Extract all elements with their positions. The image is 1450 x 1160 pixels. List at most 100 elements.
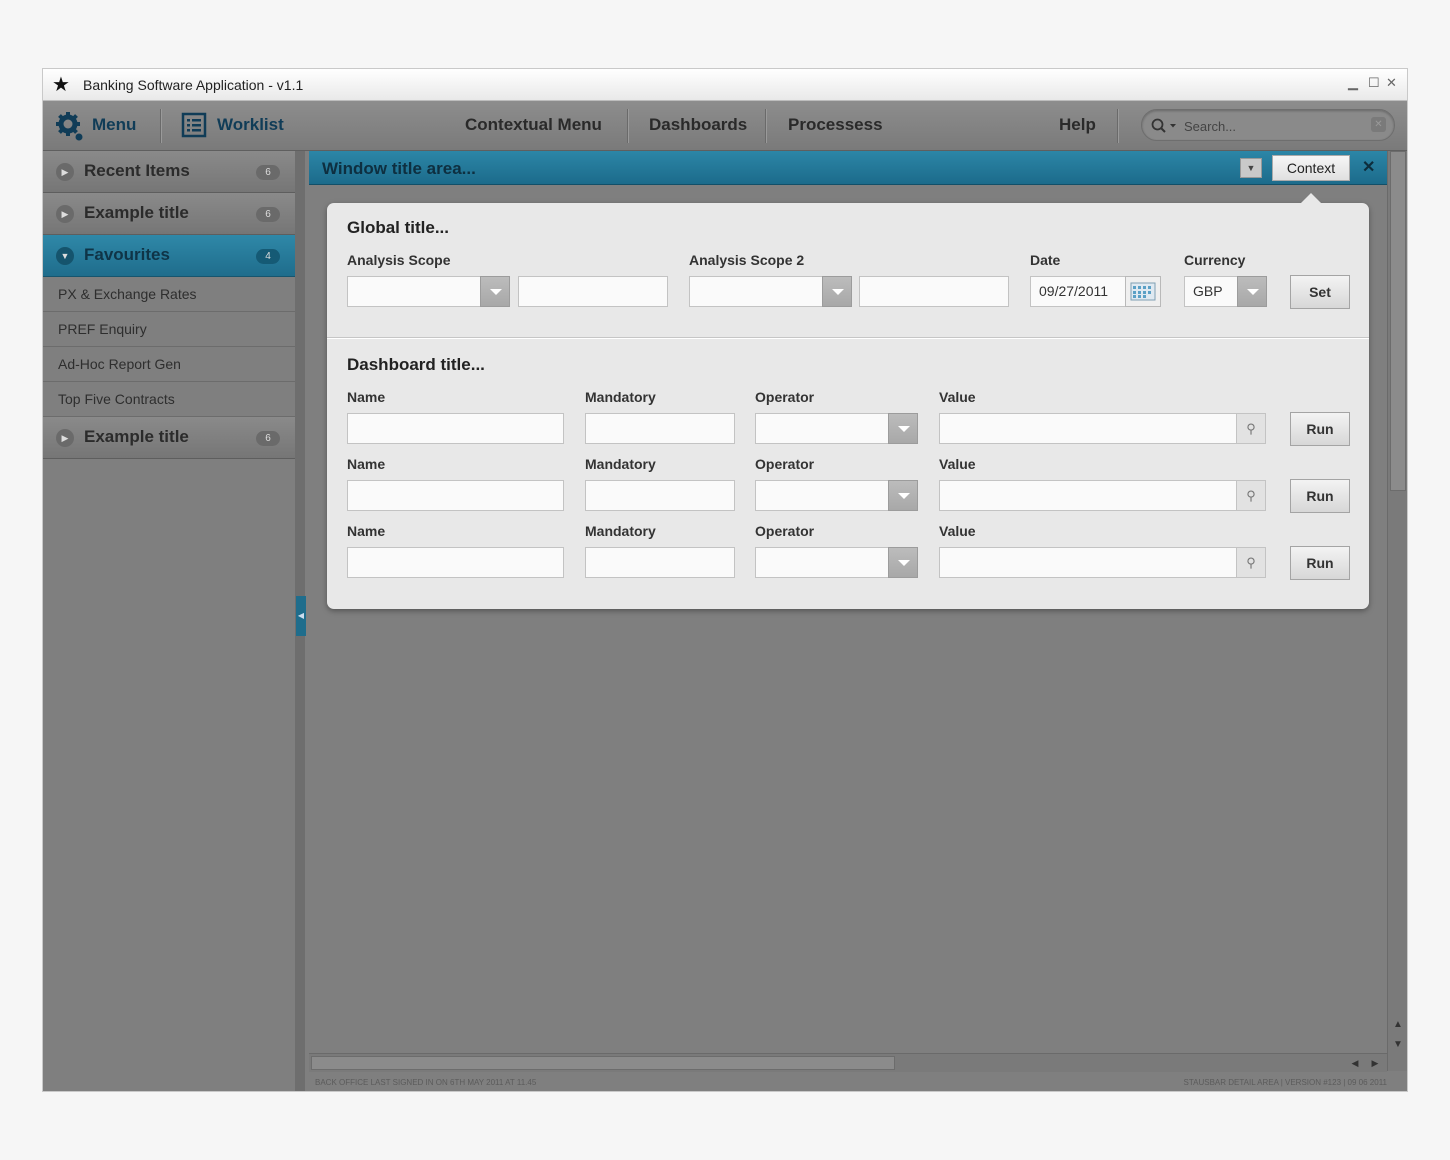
sidebar-section-example-title-2[interactable]: ▶ Example title 6 [43, 417, 295, 459]
chevron-down-icon[interactable] [888, 413, 918, 444]
status-left: BACK OFFICE LAST SIGNED IN ON 6TH MAY 20… [315, 1078, 537, 1087]
sidebar-item-px-exchange-rates[interactable]: PX & Exchange Rates [43, 277, 295, 312]
sidebar-section-favourites[interactable]: ▼ Favourites 4 [43, 235, 295, 277]
app-window: ★ Banking Software Application - v1.1 ▁ … [42, 68, 1408, 1092]
operator-label: Operator [755, 456, 815, 472]
title-bar: ★ Banking Software Application - v1.1 ▁ … [43, 69, 1407, 101]
mandatory-input[interactable] [585, 547, 735, 578]
mandatory-label: Mandatory [585, 389, 656, 405]
scroll-left-icon[interactable]: ◀ [1347, 1055, 1363, 1071]
name-input[interactable] [347, 480, 564, 511]
calendar-icon[interactable] [1125, 276, 1161, 307]
scroll-down-icon[interactable]: ▼ [1390, 1037, 1406, 1053]
sidebar-item-label: PX & Exchange Rates [58, 286, 197, 302]
gear-icon [56, 112, 83, 141]
run-button[interactable]: Run [1290, 546, 1350, 580]
sidebar-item-top-five-contracts[interactable]: Top Five Contracts [43, 382, 295, 417]
worklist-icon [181, 112, 207, 138]
calendar-icon-graphic [1130, 282, 1156, 301]
mandatory-input[interactable] [585, 480, 735, 511]
sidebar-item-label: PREF Enquiry [58, 321, 147, 337]
chevron-down-icon[interactable]: ▼ [1240, 158, 1262, 178]
status-right: STAUSBAR DETAIL AREA | VERSION #123 | 09… [1183, 1078, 1387, 1087]
currency-select[interactable]: GBP [1184, 276, 1238, 307]
horizontal-scrollbar[interactable]: ◀ ▶ [309, 1053, 1387, 1072]
name-label: Name [347, 456, 386, 472]
context-panel: Global title... Analysis Scope Analysis … [327, 193, 1369, 609]
name-input[interactable] [347, 547, 564, 578]
clear-search-icon[interactable]: ✕ [1371, 117, 1386, 132]
maximize-icon[interactable]: ☐ [1368, 75, 1380, 91]
operator-select[interactable] [755, 413, 889, 444]
sidebar-item-ad-hoc-report-gen[interactable]: Ad-Hoc Report Gen [43, 347, 295, 382]
sidebar-section-label: Favourites [84, 245, 170, 264]
count-badge: 6 [256, 165, 280, 180]
top-nav: Menu Worklist Contextual Menu Dashboards… [43, 101, 1407, 151]
run-button[interactable]: Run [1290, 479, 1350, 513]
nav-processes[interactable]: Processess [788, 101, 883, 151]
run-button[interactable]: Run [1290, 412, 1350, 446]
chevron-down-icon[interactable] [480, 276, 510, 307]
value-input[interactable] [939, 413, 1237, 444]
search-icon[interactable] [1151, 118, 1179, 134]
sidebar-section-label: Recent Items [84, 161, 190, 180]
sidebar-section-example-title[interactable]: ▶ Example title 6 [43, 193, 295, 235]
window-title: Banking Software Application - v1.1 [83, 77, 304, 93]
currency-label: Currency [1184, 252, 1246, 268]
sidebar-section-label: Example title [84, 203, 189, 222]
chevron-down-icon[interactable] [888, 547, 918, 578]
set-button[interactable]: Set [1290, 275, 1350, 309]
value-input[interactable] [939, 480, 1237, 511]
chevron-down-icon[interactable] [888, 480, 918, 511]
chevron-down-icon[interactable] [1237, 276, 1267, 307]
scroll-right-icon[interactable]: ▶ [1367, 1055, 1383, 1071]
nav-dashboards[interactable]: Dashboards [649, 101, 747, 151]
close-window-icon[interactable]: ✕ [1362, 157, 1375, 177]
sidebar-item-pref-enquiry[interactable]: PREF Enquiry [43, 312, 295, 347]
nav-contextual-menu[interactable]: Contextual Menu [465, 101, 602, 151]
name-label: Name [347, 523, 386, 539]
search-icon[interactable]: ⚲ [1236, 547, 1266, 578]
operator-select[interactable] [755, 480, 889, 511]
name-label: Name [347, 389, 386, 405]
vertical-scrollbar[interactable]: ▲ ▼ [1387, 151, 1407, 1071]
sidebar-section-recent-items[interactable]: ▶ Recent Items 6 [43, 151, 295, 193]
scrollbar-thumb[interactable] [1390, 151, 1406, 491]
menu-button[interactable]: Menu [55, 101, 136, 151]
scroll-up-icon[interactable]: ▲ [1390, 1017, 1406, 1033]
operator-label: Operator [755, 389, 815, 405]
sidebar-item-label: Top Five Contracts [58, 391, 175, 407]
minimize-icon[interactable]: ▁ [1348, 75, 1358, 91]
mandatory-input[interactable] [585, 413, 735, 444]
chevron-right-icon: ▶ [56, 205, 74, 223]
nav-help[interactable]: Help [1059, 101, 1096, 151]
mandatory-label: Mandatory [585, 456, 656, 472]
operator-select[interactable] [755, 547, 889, 578]
name-input[interactable] [347, 413, 564, 444]
mandatory-label: Mandatory [585, 523, 656, 539]
count-badge: 6 [256, 207, 280, 222]
search-input[interactable] [1182, 116, 1366, 136]
context-button[interactable]: Context [1272, 155, 1350, 181]
window-title-bar: Window title area... ▼ Context ✕ [309, 151, 1387, 185]
worklist-label: Worklist [217, 115, 284, 134]
analysis-scope-select[interactable] [347, 276, 481, 307]
search-box: ✕ [1141, 109, 1395, 141]
chevron-down-icon[interactable] [822, 276, 852, 307]
search-icon[interactable]: ⚲ [1236, 480, 1266, 511]
count-badge: 4 [256, 249, 280, 264]
collapse-sidebar-icon[interactable]: ◀ [296, 596, 306, 636]
analysis-scope-label: Analysis Scope [347, 252, 451, 268]
dashboard-title: Dashboard title... [347, 355, 485, 374]
analysis-scope-2-select[interactable] [689, 276, 823, 307]
worklist-button[interactable]: Worklist [181, 101, 284, 151]
date-field[interactable]: 09/27/2011 [1030, 276, 1126, 307]
scrollbar-thumb[interactable] [311, 1056, 895, 1070]
close-icon[interactable]: ✕ [1386, 75, 1397, 91]
value-input[interactable] [939, 547, 1237, 578]
sidebar: ▶ Recent Items 6 ▶ Example title 6 ▼ Fav… [43, 151, 295, 1091]
analysis-scope-input[interactable] [518, 276, 668, 307]
search-icon[interactable]: ⚲ [1236, 413, 1266, 444]
count-badge: 6 [256, 431, 280, 446]
analysis-scope-2-input[interactable] [859, 276, 1009, 307]
